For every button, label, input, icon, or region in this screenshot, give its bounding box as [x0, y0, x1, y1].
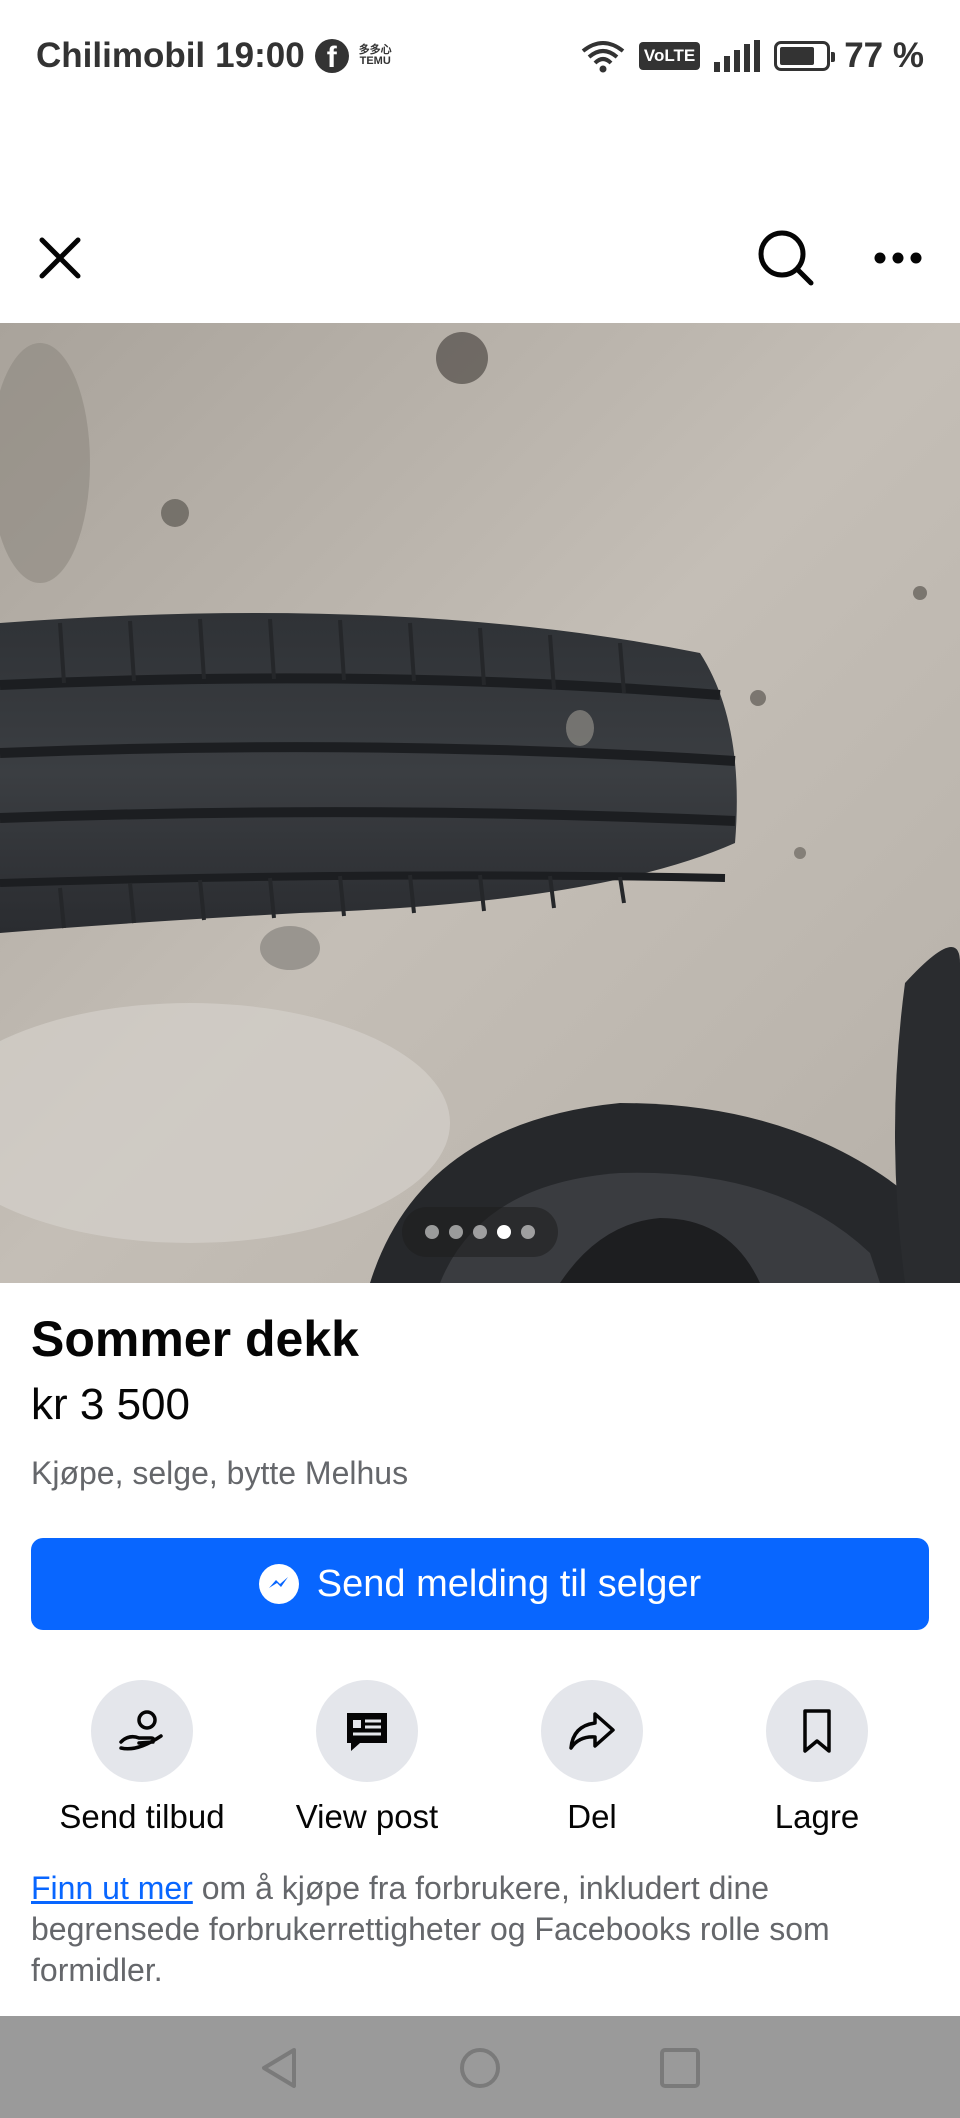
messenger-icon [258, 1564, 299, 1604]
listing-group[interactable]: Kjøpe, selge, bytte Melhus [31, 1455, 408, 1492]
status-left: Chilimobil 19:00 f 多多心 TEMU [36, 36, 392, 76]
save-label: Lagre [774, 1798, 860, 1835]
temu-icon-line2: TEMU [359, 55, 391, 67]
share-button[interactable]: Del [492, 1680, 692, 1836]
share-label: Del [567, 1798, 617, 1835]
share-icon [541, 1680, 643, 1782]
carousel-dot[interactable] [425, 1225, 439, 1239]
bookmark-icon [766, 1680, 868, 1782]
top-nav [0, 206, 960, 306]
close-icon[interactable] [28, 226, 92, 290]
learn-more-link[interactable]: Finn ut mer [31, 1870, 193, 1906]
signal-icon [714, 40, 761, 72]
facebook-icon: f [314, 39, 349, 73]
more-icon[interactable] [866, 226, 930, 290]
post-icon [316, 1680, 418, 1782]
send-message-label: Send melding til selger [316, 1562, 702, 1605]
carousel-dot[interactable] [521, 1225, 535, 1239]
volte-badge: VoLTE [638, 42, 701, 70]
consumer-info: Finn ut mer om å kjøpe fra forbrukere, i… [31, 1868, 936, 1991]
carousel-dot[interactable] [497, 1225, 511, 1239]
carousel-dot[interactable] [473, 1225, 487, 1239]
carousel-dot[interactable] [449, 1225, 463, 1239]
send-offer-button[interactable]: Send tilbud [42, 1680, 242, 1836]
wifi-icon [581, 41, 625, 73]
view-post-label: View post [295, 1798, 439, 1835]
temu-icon: 多多心 TEMU [359, 45, 392, 67]
battery-icon [774, 41, 836, 71]
back-icon[interactable] [256, 2044, 304, 2092]
home-icon[interactable] [456, 2044, 504, 2092]
listing-photo[interactable] [0, 323, 960, 1283]
search-icon[interactable] [754, 226, 818, 290]
clock: 19:00 [215, 36, 305, 75]
send-message-button[interactable]: Send melding til selger [31, 1538, 929, 1630]
offer-icon [91, 1680, 193, 1782]
send-offer-label: Send tilbud [59, 1798, 225, 1835]
listing-price: kr 3 500 [31, 1380, 190, 1429]
battery-percent: 77 % [844, 36, 924, 75]
save-button[interactable]: Lagre [717, 1680, 917, 1836]
recents-icon[interactable] [656, 2044, 704, 2092]
carrier-name: Chilimobil [36, 36, 206, 75]
listing-title: Sommer dekk [31, 1311, 359, 1367]
action-row: Send tilbud View post Del Lagre [0, 1680, 960, 1840]
carousel-indicator[interactable] [402, 1207, 558, 1257]
view-post-button[interactable]: View post [267, 1680, 467, 1836]
status-bar: Chilimobil 19:00 f 多多心 TEMU VoLTE 77 % [0, 0, 960, 112]
status-right: VoLTE 77 % [581, 36, 924, 76]
system-nav-bar [0, 2016, 960, 2118]
